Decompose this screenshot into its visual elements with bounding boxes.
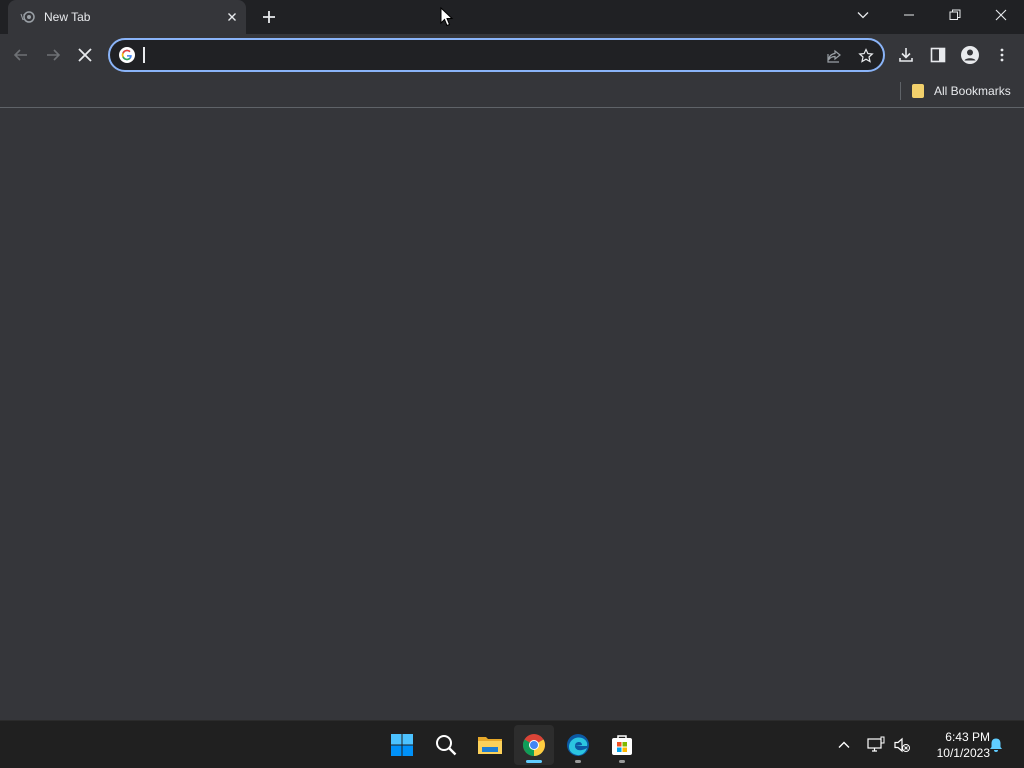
active-app-indicator: [526, 760, 542, 763]
folder-icon: [912, 84, 924, 98]
minimize-button[interactable]: [886, 0, 932, 30]
stop-x-icon: [78, 48, 92, 62]
share-icon: [827, 49, 841, 63]
address-bar[interactable]: [108, 38, 885, 72]
bookmarks-divider: [900, 82, 901, 100]
running-app-indicator: [575, 760, 581, 763]
store-taskbar-button[interactable]: [602, 725, 642, 765]
clock-time: 6:43 PM: [945, 730, 990, 744]
arrow-left-icon: [13, 49, 27, 61]
text-caret: [143, 47, 145, 63]
downloads-button[interactable]: [893, 42, 919, 68]
tab-close-icon[interactable]: [224, 9, 240, 25]
profile-avatar-icon: [961, 46, 979, 64]
chrome-icon: [523, 734, 545, 756]
network-icon: [867, 736, 885, 752]
back-button[interactable]: [8, 42, 34, 68]
clock-date: 10/1/2023: [936, 746, 990, 760]
chrome-menu-button[interactable]: [989, 42, 1015, 68]
store-icon: [612, 735, 632, 755]
title-bar[interactable]: New Tab: [0, 0, 1024, 34]
tab-new-tab[interactable]: New Tab: [8, 0, 246, 34]
address-input[interactable]: [142, 44, 802, 66]
minimize-icon: [904, 14, 914, 16]
edge-icon: [567, 734, 589, 756]
page-content[interactable]: [0, 108, 1024, 720]
show-hidden-icons-button[interactable]: [834, 735, 854, 755]
profile-button[interactable]: [957, 42, 983, 68]
tab-loading-icon: [20, 11, 35, 23]
search-icon: [436, 735, 457, 756]
running-app-indicator: [619, 760, 625, 763]
bell-icon: [990, 738, 1002, 752]
browser-toolbar: [0, 34, 1024, 76]
volume-button[interactable]: [892, 735, 912, 755]
folder-icon: [478, 737, 502, 754]
restore-button[interactable]: [932, 0, 978, 30]
tab-title: New Tab: [44, 10, 91, 24]
all-bookmarks-button[interactable]: All Bookmarks: [908, 80, 1011, 102]
chevron-down-icon: [857, 12, 869, 19]
more-vertical-icon: [1000, 48, 1004, 62]
chevron-up-icon: [838, 741, 850, 748]
file-explorer-button[interactable]: [470, 725, 510, 765]
close-icon: [995, 9, 1007, 21]
all-bookmarks-label: All Bookmarks: [934, 84, 1011, 98]
edge-taskbar-button[interactable]: [558, 725, 598, 765]
taskbar-search-button[interactable]: [426, 725, 466, 765]
forward-button[interactable]: [40, 42, 66, 68]
google-g-icon: [119, 47, 135, 63]
taskbar-clock[interactable]: 6:43 PM 10/1/2023: [920, 729, 990, 761]
stop-loading-button[interactable]: [72, 42, 98, 68]
mouse-cursor-icon: [440, 7, 454, 27]
start-button[interactable]: [382, 725, 422, 765]
close-window-button[interactable]: [978, 0, 1024, 30]
arrow-right-icon: [47, 49, 61, 61]
taskbar: 6:43 PM 10/1/2023: [0, 720, 1024, 768]
side-panel-button[interactable]: [925, 42, 951, 68]
restore-icon: [949, 9, 961, 20]
network-button[interactable]: [866, 735, 886, 755]
tab-search-button[interactable]: [840, 0, 886, 30]
chrome-taskbar-button[interactable]: [514, 725, 554, 765]
side-panel-icon: [930, 47, 946, 63]
bookmark-star-button[interactable]: [856, 46, 876, 66]
download-icon: [899, 48, 913, 62]
bookmarks-bar: All Bookmarks: [0, 76, 1024, 108]
notifications-button[interactable]: [986, 735, 1006, 755]
new-tab-plus-icon[interactable]: [260, 8, 278, 26]
star-icon: [858, 48, 874, 63]
volume-muted-icon: [894, 737, 910, 753]
share-button[interactable]: [824, 46, 844, 66]
windows-icon: [391, 734, 413, 756]
